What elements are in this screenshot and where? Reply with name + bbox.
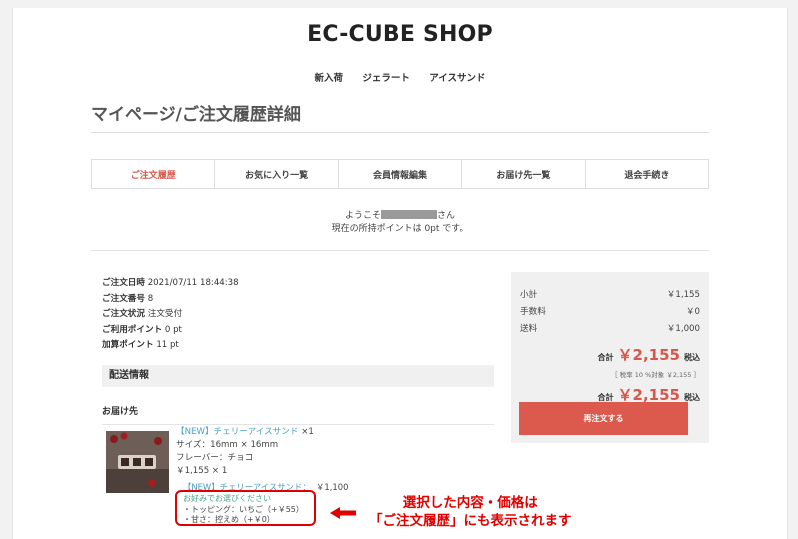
tax-note: ［ 税率 10 %対象 ￥2,155 ］: [611, 371, 700, 379]
option-topping: ・トッピング：いちご（+￥55）: [183, 504, 304, 514]
shop-logo[interactable]: EC-CUBE SHOP: [13, 22, 787, 47]
points-balance: 現在の所持ポイントは 0pt です。: [331, 224, 469, 234]
order-number-label: ご注文番号: [102, 293, 145, 304]
destination-label: お届け先: [102, 407, 139, 417]
welcome-prefix: ようこそ: [344, 211, 381, 221]
tax-included-label: 税込: [684, 353, 700, 362]
fee-value: ￥0: [685, 307, 700, 317]
divider: [102, 424, 494, 425]
arrow-left-icon: [330, 507, 356, 519]
product-qty: ×1: [301, 427, 314, 437]
order-summary: 小計 ￥1,155 手数料 ￥0 送料 ￥1,000 合計 ￥2,155 税込 ［ 税率 …: [511, 272, 709, 443]
product-size: サイズ：16mm × 16mm: [176, 440, 279, 450]
tax-included-label-2: 税込: [684, 393, 700, 402]
added-points-label: 加算ポイント: [102, 340, 154, 350]
total-label: 合計: [597, 353, 614, 362]
reorder-button[interactable]: 再注文する: [519, 402, 688, 435]
order-status: 注文受付: [147, 309, 183, 319]
welcome-message: ようこそ さん 現在の所持ポイントは 0pt です。: [13, 210, 787, 236]
tab-member-info[interactable]: 会員情報編集: [337, 160, 461, 188]
annotation-callout: 選択した内容・価格は 「ご注文履歴」にも表示されます: [369, 494, 572, 530]
order-number: 8: [147, 293, 154, 304]
option-sweetness: ・甘さ：控えめ（+￥0）: [183, 515, 275, 524]
nav-item-gelato[interactable]: ジェラート: [362, 73, 410, 84]
shipping-value: ￥1,000: [666, 324, 700, 334]
tab-withdraw[interactable]: 退会手続き: [584, 160, 708, 188]
tab-favorites[interactable]: お気に入り一覧: [214, 160, 337, 188]
product-flavor: フレーバー：チョコ: [176, 453, 254, 463]
order-status-label: ご注文状況: [102, 309, 145, 319]
page: EC-CUBE SHOP 新入荷 ジェラート アイスサンド マイページ/ご注文履…: [12, 8, 788, 539]
total-label-2: 合計: [597, 393, 614, 402]
redacted-username: [381, 210, 437, 219]
product-thumbnail[interactable]: [106, 431, 169, 493]
order-date: 2021/07/11 18:44:38: [147, 278, 239, 288]
nav-item-ice-sandwich[interactable]: アイスサンド: [429, 73, 485, 84]
fee-row: 手数料 ￥0: [520, 305, 700, 317]
shipping-label: 送料: [520, 324, 538, 334]
product-name-link[interactable]: 【NEW】チェリーアイスサンド: [176, 427, 298, 437]
added-points: 11 pt: [156, 340, 179, 350]
option-heading: お好みでお選びください: [183, 494, 271, 503]
order-item: 【NEW】チェリーアイスサンド ×1 サイズ：16mm × 16mm フレーバー…: [176, 426, 314, 478]
selected-options-highlight: お好みでお選びください ・トッピング：いちご（+￥55） ・甘さ：控えめ（+￥0…: [175, 490, 316, 526]
total-row: 合計 ￥2,155 税込: [598, 344, 700, 365]
divider: [91, 132, 709, 133]
order-info: ご注文日時 2021/07/11 18:44:38 ご注文番号 8 ご注文状況 …: [102, 276, 239, 354]
product-price-line: ￥1,155 × 1: [176, 466, 228, 476]
total-value: ￥2,155: [617, 346, 680, 364]
subtotal-row: 小計 ￥1,155: [520, 288, 700, 300]
annotation-line-1: 選択した内容・価格は: [402, 495, 538, 511]
used-points-label: ご利用ポイント: [102, 324, 163, 335]
mypage-tabs: ご注文履歴 お気に入り一覧 会員情報編集 お届け先一覧 退会手続き: [91, 159, 709, 189]
subtotal-label: 小計: [520, 290, 538, 300]
product-image-icon: [106, 431, 169, 493]
tab-order-history[interactable]: ご注文履歴: [92, 160, 214, 188]
used-points: 0 pt: [164, 324, 182, 335]
annotation-line-2: 「ご注文履歴」にも表示されます: [369, 513, 572, 529]
order-date-label: ご注文日時: [102, 278, 145, 288]
divider: [91, 250, 709, 251]
main-nav: 新入荷 ジェラート アイスサンド: [13, 70, 787, 84]
tab-delivery-addresses[interactable]: お届け先一覧: [461, 160, 584, 188]
option-product-price: ￥1,100: [316, 482, 349, 492]
shipping-row: 送料 ￥1,000: [520, 322, 700, 334]
fee-label: 手数料: [520, 307, 546, 317]
welcome-suffix: さん: [437, 211, 456, 221]
nav-item-new[interactable]: 新入荷: [315, 73, 344, 84]
page-title: マイページ/ご注文履歴詳細: [91, 105, 301, 125]
shipping-section-title: 配送情報: [102, 365, 494, 387]
subtotal-value: ￥1,155: [666, 290, 700, 300]
